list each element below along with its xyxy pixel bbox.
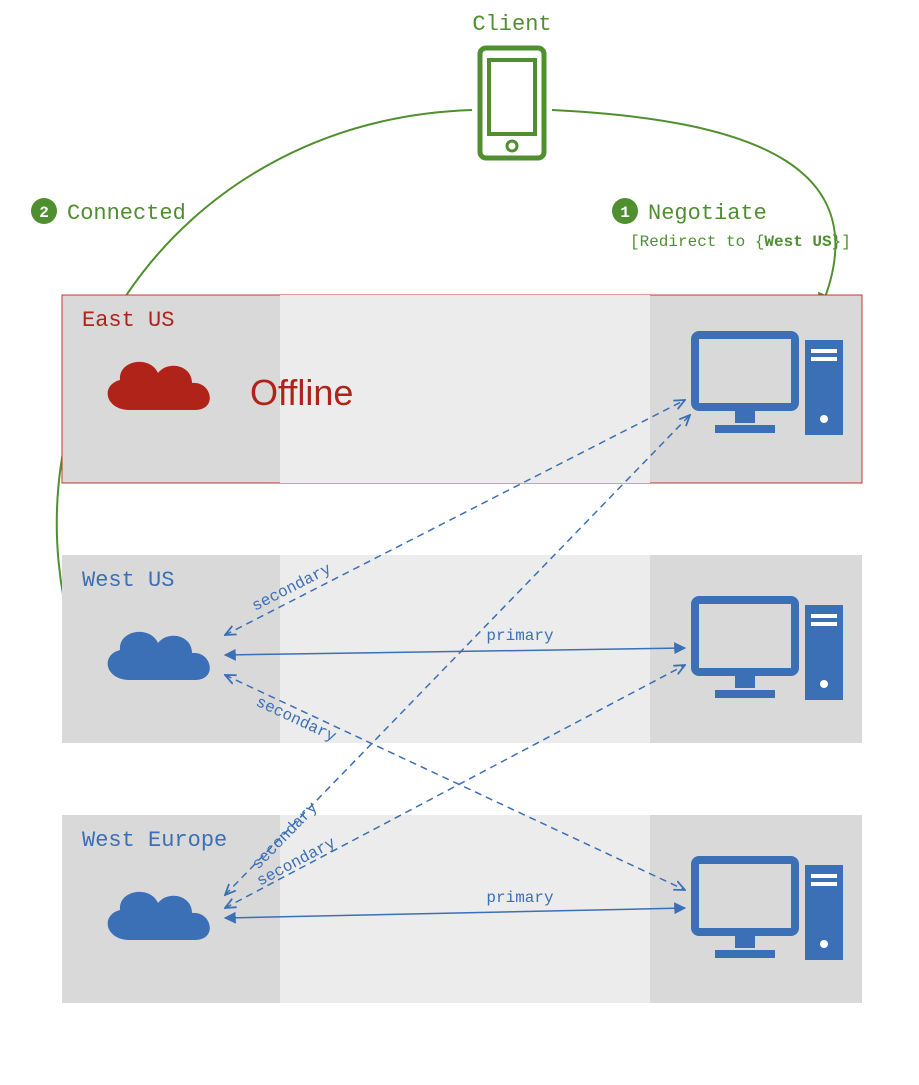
region-eastus-panel: East US Offline [62,295,862,483]
step-connected: 2 Connected [31,198,186,226]
step-connected-number: 2 [39,204,49,222]
client-label: Client [472,12,551,37]
step-negotiate-title: Negotiate [648,201,767,226]
region-eastus-label: East US [82,308,174,333]
step-negotiate: 1 Negotiate [Redirect to {West US}] [612,198,851,251]
region-westeurope-label: West Europe [82,828,227,853]
step-negotiate-subtitle: [Redirect to {West US}] [630,233,851,251]
region-eastus-status: Offline [250,372,353,413]
region-westus-label: West US [82,568,174,593]
conn-westus-primary-label: primary [486,627,554,645]
conn-westeurope-primary-label: primary [486,889,554,907]
client-phone-icon [480,48,544,158]
region-westus-panel: West US [62,555,862,743]
step-negotiate-number: 1 [620,204,630,222]
step-connected-title: Connected [67,201,186,226]
region-westeurope-panel: West Europe [62,815,862,1003]
